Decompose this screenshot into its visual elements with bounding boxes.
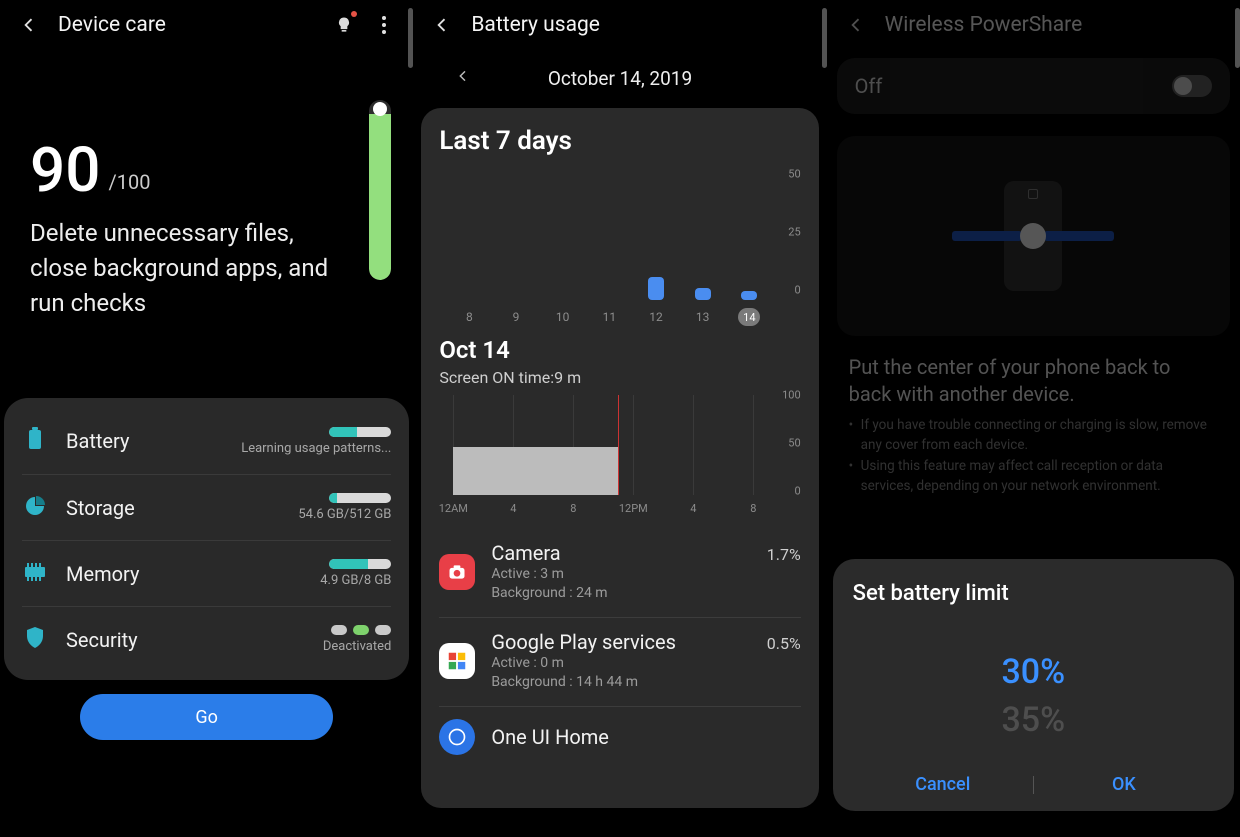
app-row[interactable]: CameraActive : 3 mBackground : 24 m 1.7% (439, 529, 800, 617)
battery-icon (26, 427, 44, 455)
row-storage[interactable]: Storage 54.6 GB/512 GB (22, 474, 391, 540)
battery-usage-screen: Battery usage October 14, 2019 Last 7 da… (413, 0, 826, 837)
app-active: Active : 3 m (491, 565, 750, 584)
score-gauge (369, 100, 391, 280)
header: Battery usage (413, 0, 826, 50)
camera-icon (439, 554, 475, 590)
security-label: Security (66, 628, 305, 652)
app-row[interactable]: Google Play servicesActive : 0 mBackgrou… (439, 617, 800, 706)
memory-icon (23, 563, 47, 585)
wireless-powershare-screen: Wireless PowerShare Off Put the center o… (827, 0, 1240, 837)
memory-subtext: 4.9 GB/8 GB (320, 573, 391, 588)
picker-next: 35% (1001, 700, 1065, 740)
back-icon[interactable] (431, 14, 453, 36)
security-subtext: Deactivated (323, 639, 391, 654)
screen-on-text: Screen ON time:9 m (439, 368, 800, 387)
more-icon[interactable] (373, 14, 395, 36)
app-name: Camera (491, 541, 750, 565)
powershare-illustration (837, 136, 1230, 336)
battery-label: Battery (66, 429, 223, 453)
section-title: Last 7 days (439, 126, 800, 156)
desc-item: If you have trouble connecting or chargi… (861, 416, 1218, 455)
page-title: Wireless PowerShare (885, 13, 1222, 37)
app-percent: 0.5% (767, 634, 801, 653)
app-background: Background : 14 h 44 m (491, 673, 750, 692)
shield-icon (25, 626, 45, 654)
storage-icon (24, 495, 46, 521)
page-title: Battery usage (471, 13, 808, 37)
device-care-screen: Device care 90 /100 Delete unnecessary f… (0, 0, 413, 837)
percent-picker[interactable]: 30% 35% (853, 652, 1214, 740)
security-status-dots (331, 625, 391, 635)
desc-main: Put the center of your phone back to bac… (849, 354, 1218, 408)
app-percent: 1.7% (767, 545, 801, 564)
back-icon[interactable] (845, 14, 867, 36)
weekly-usage-chart[interactable]: 0255089101112131414 (439, 174, 800, 324)
play-icon (439, 643, 475, 679)
app-active: Active : 0 m (491, 654, 750, 673)
toggle-switch[interactable] (1172, 75, 1212, 97)
header: Device care (0, 0, 413, 50)
powershare-toggle-row[interactable]: Off (837, 58, 1230, 114)
home-icon (439, 719, 475, 755)
powershare-description: Put the center of your phone back to bac… (849, 354, 1218, 496)
hourly-battery-chart[interactable]: 05010012AM4812PM48 (439, 395, 800, 515)
header: Wireless PowerShare (827, 0, 1240, 50)
app-background: Background : 24 m (491, 584, 750, 603)
storage-subtext: 54.6 GB/512 GB (298, 507, 391, 522)
back-icon[interactable] (18, 14, 40, 36)
desc-item: Using this feature may affect call recep… (861, 457, 1218, 496)
toggle-state-label: Off (855, 74, 1172, 98)
day-title: Oct 14 (439, 336, 800, 364)
sheet-title: Set battery limit (853, 581, 1214, 606)
tips-icon[interactable] (333, 14, 355, 36)
row-battery[interactable]: Battery Learning usage patterns... (22, 408, 391, 474)
row-memory[interactable]: Memory 4.9 GB/8 GB (22, 540, 391, 606)
date-label: October 14, 2019 (548, 67, 692, 90)
cancel-button[interactable]: Cancel (853, 774, 1033, 795)
page-title: Device care (58, 13, 315, 37)
row-security[interactable]: Security Deactivated (22, 606, 391, 672)
care-score: 90 (30, 140, 100, 202)
storage-label: Storage (66, 496, 280, 520)
memory-label: Memory (66, 562, 302, 586)
advice-text: Delete unnecessary files, close backgrou… (30, 216, 330, 320)
go-button[interactable]: Go (80, 694, 333, 740)
prev-date-icon[interactable] (455, 68, 471, 88)
care-score-denominator: /100 (108, 170, 150, 194)
app-name: One UI Home (491, 725, 784, 749)
ok-button[interactable]: OK (1034, 774, 1214, 795)
battery-subtext: Learning usage patterns... (241, 441, 391, 456)
app-row[interactable]: One UI Home (439, 706, 800, 769)
picker-selected: 30% (1001, 652, 1065, 692)
battery-limit-sheet: Set battery limit 30% 35% Cancel OK (833, 559, 1234, 811)
metrics-card: Battery Learning usage patterns... Stora… (4, 398, 409, 680)
app-name: Google Play services (491, 630, 750, 654)
